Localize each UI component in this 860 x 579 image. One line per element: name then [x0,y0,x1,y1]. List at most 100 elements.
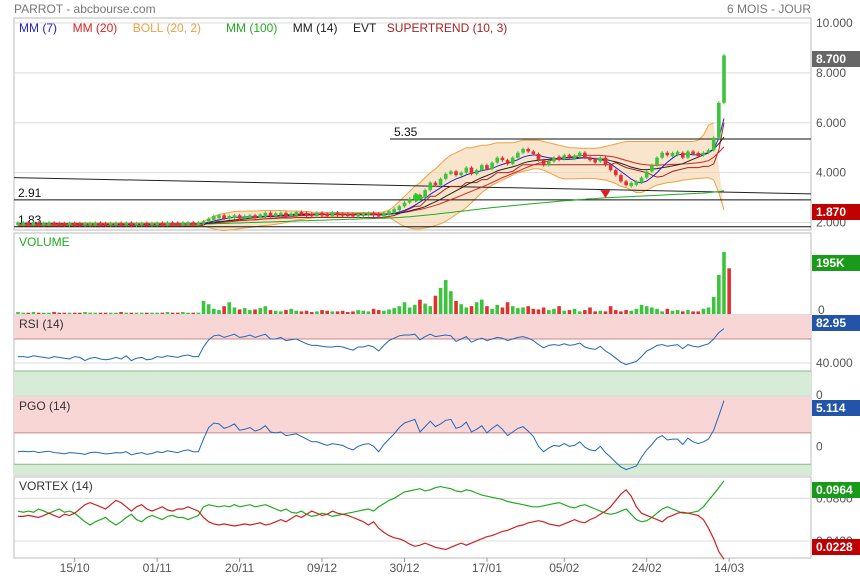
volume-bar [371,308,376,314]
volume-bar [325,310,330,314]
volume-bar [557,306,561,314]
candle-body [675,151,680,155]
candle-body [485,165,489,169]
volume-bar [170,312,175,314]
candle-body [72,223,77,226]
volume-bar [541,307,546,314]
pgo-last-badge: 5.114 [812,400,860,416]
volume-bar [608,306,613,314]
candle-body [160,222,165,226]
x-tick-label: 24/02 [632,561,662,575]
volume-bar [680,311,685,314]
volume-bar [546,310,551,314]
volume-bar [495,304,500,314]
candle-body [41,222,46,226]
volume-bar [258,308,263,314]
candle-body [505,160,510,164]
rsi-oversold-zone [14,371,811,395]
volume-bar [263,306,268,314]
x-tick-label: 05/02 [549,561,579,575]
volume-bar [665,308,670,314]
pgo-last-value: 5.114 [816,401,846,415]
candle-body [103,223,108,226]
candle-body [433,182,438,186]
volume-bar [93,312,98,314]
volume-bar [572,308,577,314]
volume-bar [660,311,664,314]
candle-body [402,202,407,207]
candle-body [490,162,494,169]
pgo-upper-zone [14,397,811,433]
candle-body [619,175,623,182]
volume-bar [485,306,489,314]
volume-bar [21,312,25,314]
volume-bar [340,310,345,314]
volume-bar [315,311,319,314]
volume-bar [351,311,355,314]
legend-item: BOLL (20, 2) [133,21,201,35]
x-tick-label: 14/03 [714,561,744,575]
candle-body [629,182,634,187]
volume-bar [242,308,247,314]
candle-body [340,213,345,216]
candle-body [376,213,381,217]
volume-bar [356,310,360,314]
candle-body [83,223,87,226]
price-panel: MM (7) MM (20) BOLL (20, 2) MM (100) MM (14)… [13,16,860,232]
candle-body [258,214,263,219]
volume-bar [227,302,232,314]
price-min-badge: 1.870 [812,204,860,220]
price-y-tick: 4.000 [816,166,846,180]
candle-body [268,212,273,217]
candle-body [330,212,335,217]
candle-body [155,222,159,226]
volume-bar [134,312,139,314]
candle-body [644,171,649,178]
volume-bar [268,310,273,314]
candle-body [531,151,536,154]
candle-body [315,212,319,217]
legend-item: EVT [353,21,377,35]
candle-body [124,222,129,226]
pgo-panel: PGO (14) 4.0000 5.114 [13,396,860,476]
volume-bar [438,287,443,314]
legend-item: SUPERTREND (10, 3) [387,21,507,35]
candle-body [78,223,82,226]
volume-bar [217,310,221,314]
candle-body [62,223,67,226]
pgo-y-tick: 0 [816,439,823,453]
volume-bar [717,274,721,314]
volume-bar [139,312,144,314]
price-y-axis: 10.0008.0006.0004.0002.000 [816,16,853,230]
candle-body [650,165,654,172]
candle-body [150,223,154,226]
candle-body [541,160,546,166]
volume-bar [583,310,587,314]
candle-body [474,170,479,174]
volume-bar [114,312,118,314]
volume-bar [52,312,56,314]
volume-bar [711,297,716,314]
volume-bar [294,310,299,314]
candle-body [279,212,283,216]
x-tick-label: 01/11 [143,561,172,575]
candle-body [129,222,134,226]
candle-body [680,152,685,158]
volume-bar [588,307,592,314]
volume-bar [150,312,154,314]
candle-body [98,222,103,226]
price-legend: MM (7) MM (20) BOLL (20, 2) MM (100) MM (14)… [19,21,507,35]
x-tick-label: 30/12 [389,561,419,575]
candle-body [557,156,561,160]
candle-body [134,223,139,226]
volume-last-badge: 195K [812,255,860,271]
stock-chart: PARROT - abcbourse.com 6 MOIS - JOUR MM … [13,2,860,575]
volume-bar [613,310,618,314]
vortex-neg-value: 0.0228 [816,540,853,554]
volume-bar [181,312,185,314]
volume-bar [449,291,453,314]
volume-bar [206,304,211,314]
volume-bar [500,307,505,314]
candle-body [248,215,252,219]
candle-body [119,223,123,226]
